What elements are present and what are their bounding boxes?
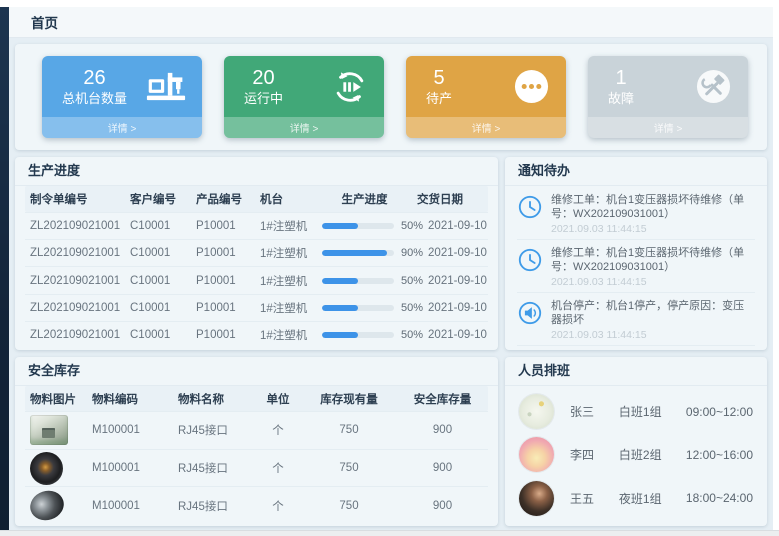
notifications-title: 通知待办 bbox=[505, 157, 767, 186]
production-row: ZL202109021001 C10001 P10001 1#注塑机 50% 2… bbox=[25, 321, 488, 348]
notification-text: 维修工单：机台1变压器损坏待维修（单号：WX202109031001） bbox=[551, 193, 755, 221]
notifications-panel: 通知待办 维修工单：机台1变压器损坏待维修（单号：WX202109031001） bbox=[505, 157, 767, 350]
stat-label: 总机台数量 bbox=[62, 90, 127, 107]
stat-label: 待产 bbox=[426, 90, 452, 107]
stat-card-running[interactable]: 20 运行中 bbox=[224, 56, 384, 138]
person-name: 王五 bbox=[570, 490, 611, 507]
speaker-icon bbox=[517, 300, 543, 326]
stat-card-pending[interactable]: 5 待产 详情 > bbox=[406, 56, 566, 138]
avatar bbox=[519, 437, 554, 472]
stat-value: 26 bbox=[83, 66, 105, 90]
safety-stock-panel: 安全库存 物料图片 物料编码 物料名称 单位 库存现有量 安全库存量 M bbox=[15, 357, 498, 526]
production-row: ZL202109021001 C10001 P10001 1#注塑机 50% 2… bbox=[25, 266, 488, 293]
notification-time: 2021.09.03 11:44:15 bbox=[551, 276, 755, 288]
production-table-header: 制令单编号 客户编号 产品编号 机台 生产进度 交货日期 bbox=[25, 186, 488, 212]
personnel-schedule-panel: 人员排班 张三 白班1组 09:00~12:00 李四 白班2组 1 bbox=[505, 357, 767, 526]
notification-text: 机台停产：机台1停产，停产原因：变压器损坏 bbox=[551, 299, 755, 327]
progress-bar bbox=[322, 250, 394, 256]
app-window: 首页 26 总机台数量 bbox=[0, 0, 779, 536]
shift-label: 白班2组 bbox=[619, 446, 674, 463]
stat-detail-link[interactable]: 详情 > bbox=[224, 117, 384, 138]
safety-stock-header: 物料图片 物料编码 物料名称 单位 库存现有量 安全库存量 bbox=[25, 386, 488, 411]
clock-icon bbox=[517, 194, 543, 220]
stat-detail-link[interactable]: 详情 > bbox=[406, 117, 566, 138]
shift-label: 夜班1组 bbox=[619, 490, 674, 507]
production-row: ZL202109021001 C10001 P10001 1#注塑机 50% 2… bbox=[25, 294, 488, 321]
production-progress-title: 生产进度 bbox=[15, 157, 498, 186]
notifications-list: 维修工单：机台1变压器损坏待维修（单号：WX202109031001） 2021… bbox=[505, 186, 767, 350]
window-bottom-edge bbox=[0, 530, 779, 536]
ellipsis-icon bbox=[513, 68, 550, 105]
notification-time: 2021.09.03 11:44:15 bbox=[551, 329, 755, 341]
progress-bar bbox=[322, 223, 394, 229]
cnc-machine-icon bbox=[146, 71, 186, 102]
notification-time: 2021.09.03 11:44:15 bbox=[551, 223, 755, 235]
stat-card-fault[interactable]: 1 故障 bbox=[588, 56, 748, 138]
avatar bbox=[519, 394, 554, 429]
stat-detail-link[interactable]: 详情 > bbox=[42, 117, 202, 138]
production-progress-panel: 生产进度 制令单编号 客户编号 产品编号 机台 生产进度 交货日期 ZL2021… bbox=[15, 157, 498, 350]
notification-item[interactable]: 维修工单：机台1变压器损坏待维修（单号：WX202109031001） 2021… bbox=[517, 240, 755, 293]
shift-time: 09:00~12:00 bbox=[686, 405, 753, 419]
inventory-row: M100001 RJ45接口 个 750 900 bbox=[25, 411, 488, 449]
collapsed-sidebar bbox=[0, 7, 9, 530]
production-row: ZL202109021001 C10001 P10001 1#注塑机 90% 2… bbox=[25, 239, 488, 266]
stat-card-total-machines[interactable]: 26 总机台数量 bbox=[42, 56, 202, 138]
tab-home[interactable]: 首页 bbox=[31, 12, 58, 32]
stat-value: 1 bbox=[615, 66, 626, 90]
schedule-row: 王五 夜班1组 18:00~24:00 bbox=[519, 477, 753, 520]
notification-text: 维修工单：机台1变压器损坏待维修（单号：WX202109031001） bbox=[551, 246, 755, 274]
shift-time: 12:00~16:00 bbox=[686, 448, 753, 462]
shift-time: 18:00~24:00 bbox=[686, 491, 753, 505]
clock-icon bbox=[517, 247, 543, 273]
stat-label: 故障 bbox=[608, 90, 634, 107]
production-row: ZL202109021001 C10001 P10001 1#注塑机 50% 2… bbox=[25, 212, 488, 239]
person-name: 张三 bbox=[570, 403, 611, 420]
inventory-row: M100001 RJ45接口 个 750 900 bbox=[25, 449, 488, 487]
schedule-row: 张三 白班1组 09:00~12:00 bbox=[519, 390, 753, 433]
stat-detail-link[interactable]: 详情 > bbox=[588, 117, 748, 138]
notification-item[interactable]: 维修工单：机台1变压器损坏待维修（单号：WX202109031001） 2021… bbox=[517, 187, 755, 240]
notification-item[interactable]: 计划暂停：机台1生产计划已暂停 2021.09.03 11:44:15 bbox=[517, 346, 755, 350]
schedule-list: 张三 白班1组 09:00~12:00 李四 白班2组 12:00~16:00 bbox=[505, 386, 767, 526]
safety-stock-title: 安全库存 bbox=[15, 357, 498, 386]
round-speaker-photo bbox=[30, 452, 63, 485]
main-area: 首页 26 总机台数量 bbox=[9, 7, 773, 530]
running-cycle-icon bbox=[332, 69, 368, 105]
stat-label: 运行中 bbox=[244, 90, 283, 107]
safety-stock-table: 物料图片 物料编码 物料名称 单位 库存现有量 安全库存量 M100001 RJ… bbox=[15, 386, 498, 526]
notification-item[interactable]: 机台停产：机台1停产，停产原因：变压器损坏 2021.09.03 11:44:1… bbox=[517, 293, 755, 346]
stat-value: 20 bbox=[252, 66, 274, 90]
schedule-row: 李四 白班2组 12:00~16:00 bbox=[519, 433, 753, 476]
dashboard-content: 26 总机台数量 bbox=[9, 38, 773, 530]
inventory-row: M100001 RJ45接口 个 750 900 bbox=[25, 486, 488, 524]
production-table: 制令单编号 客户编号 产品编号 机台 生产进度 交货日期 ZL202109021… bbox=[15, 186, 498, 350]
repair-tools-icon bbox=[695, 68, 732, 105]
stat-value: 5 bbox=[433, 66, 444, 90]
progress-bar bbox=[322, 305, 394, 311]
avatar bbox=[519, 481, 554, 516]
progress-bar bbox=[322, 332, 394, 338]
rj45-connector-photo bbox=[30, 415, 68, 445]
cone-speaker-photo bbox=[26, 487, 67, 525]
tab-bar: 首页 bbox=[9, 7, 773, 38]
stat-cards-panel: 26 总机台数量 bbox=[15, 44, 767, 150]
progress-bar bbox=[322, 278, 394, 284]
shift-label: 白班1组 bbox=[619, 403, 674, 420]
person-name: 李四 bbox=[570, 446, 611, 463]
personnel-schedule-title: 人员排班 bbox=[505, 357, 767, 386]
